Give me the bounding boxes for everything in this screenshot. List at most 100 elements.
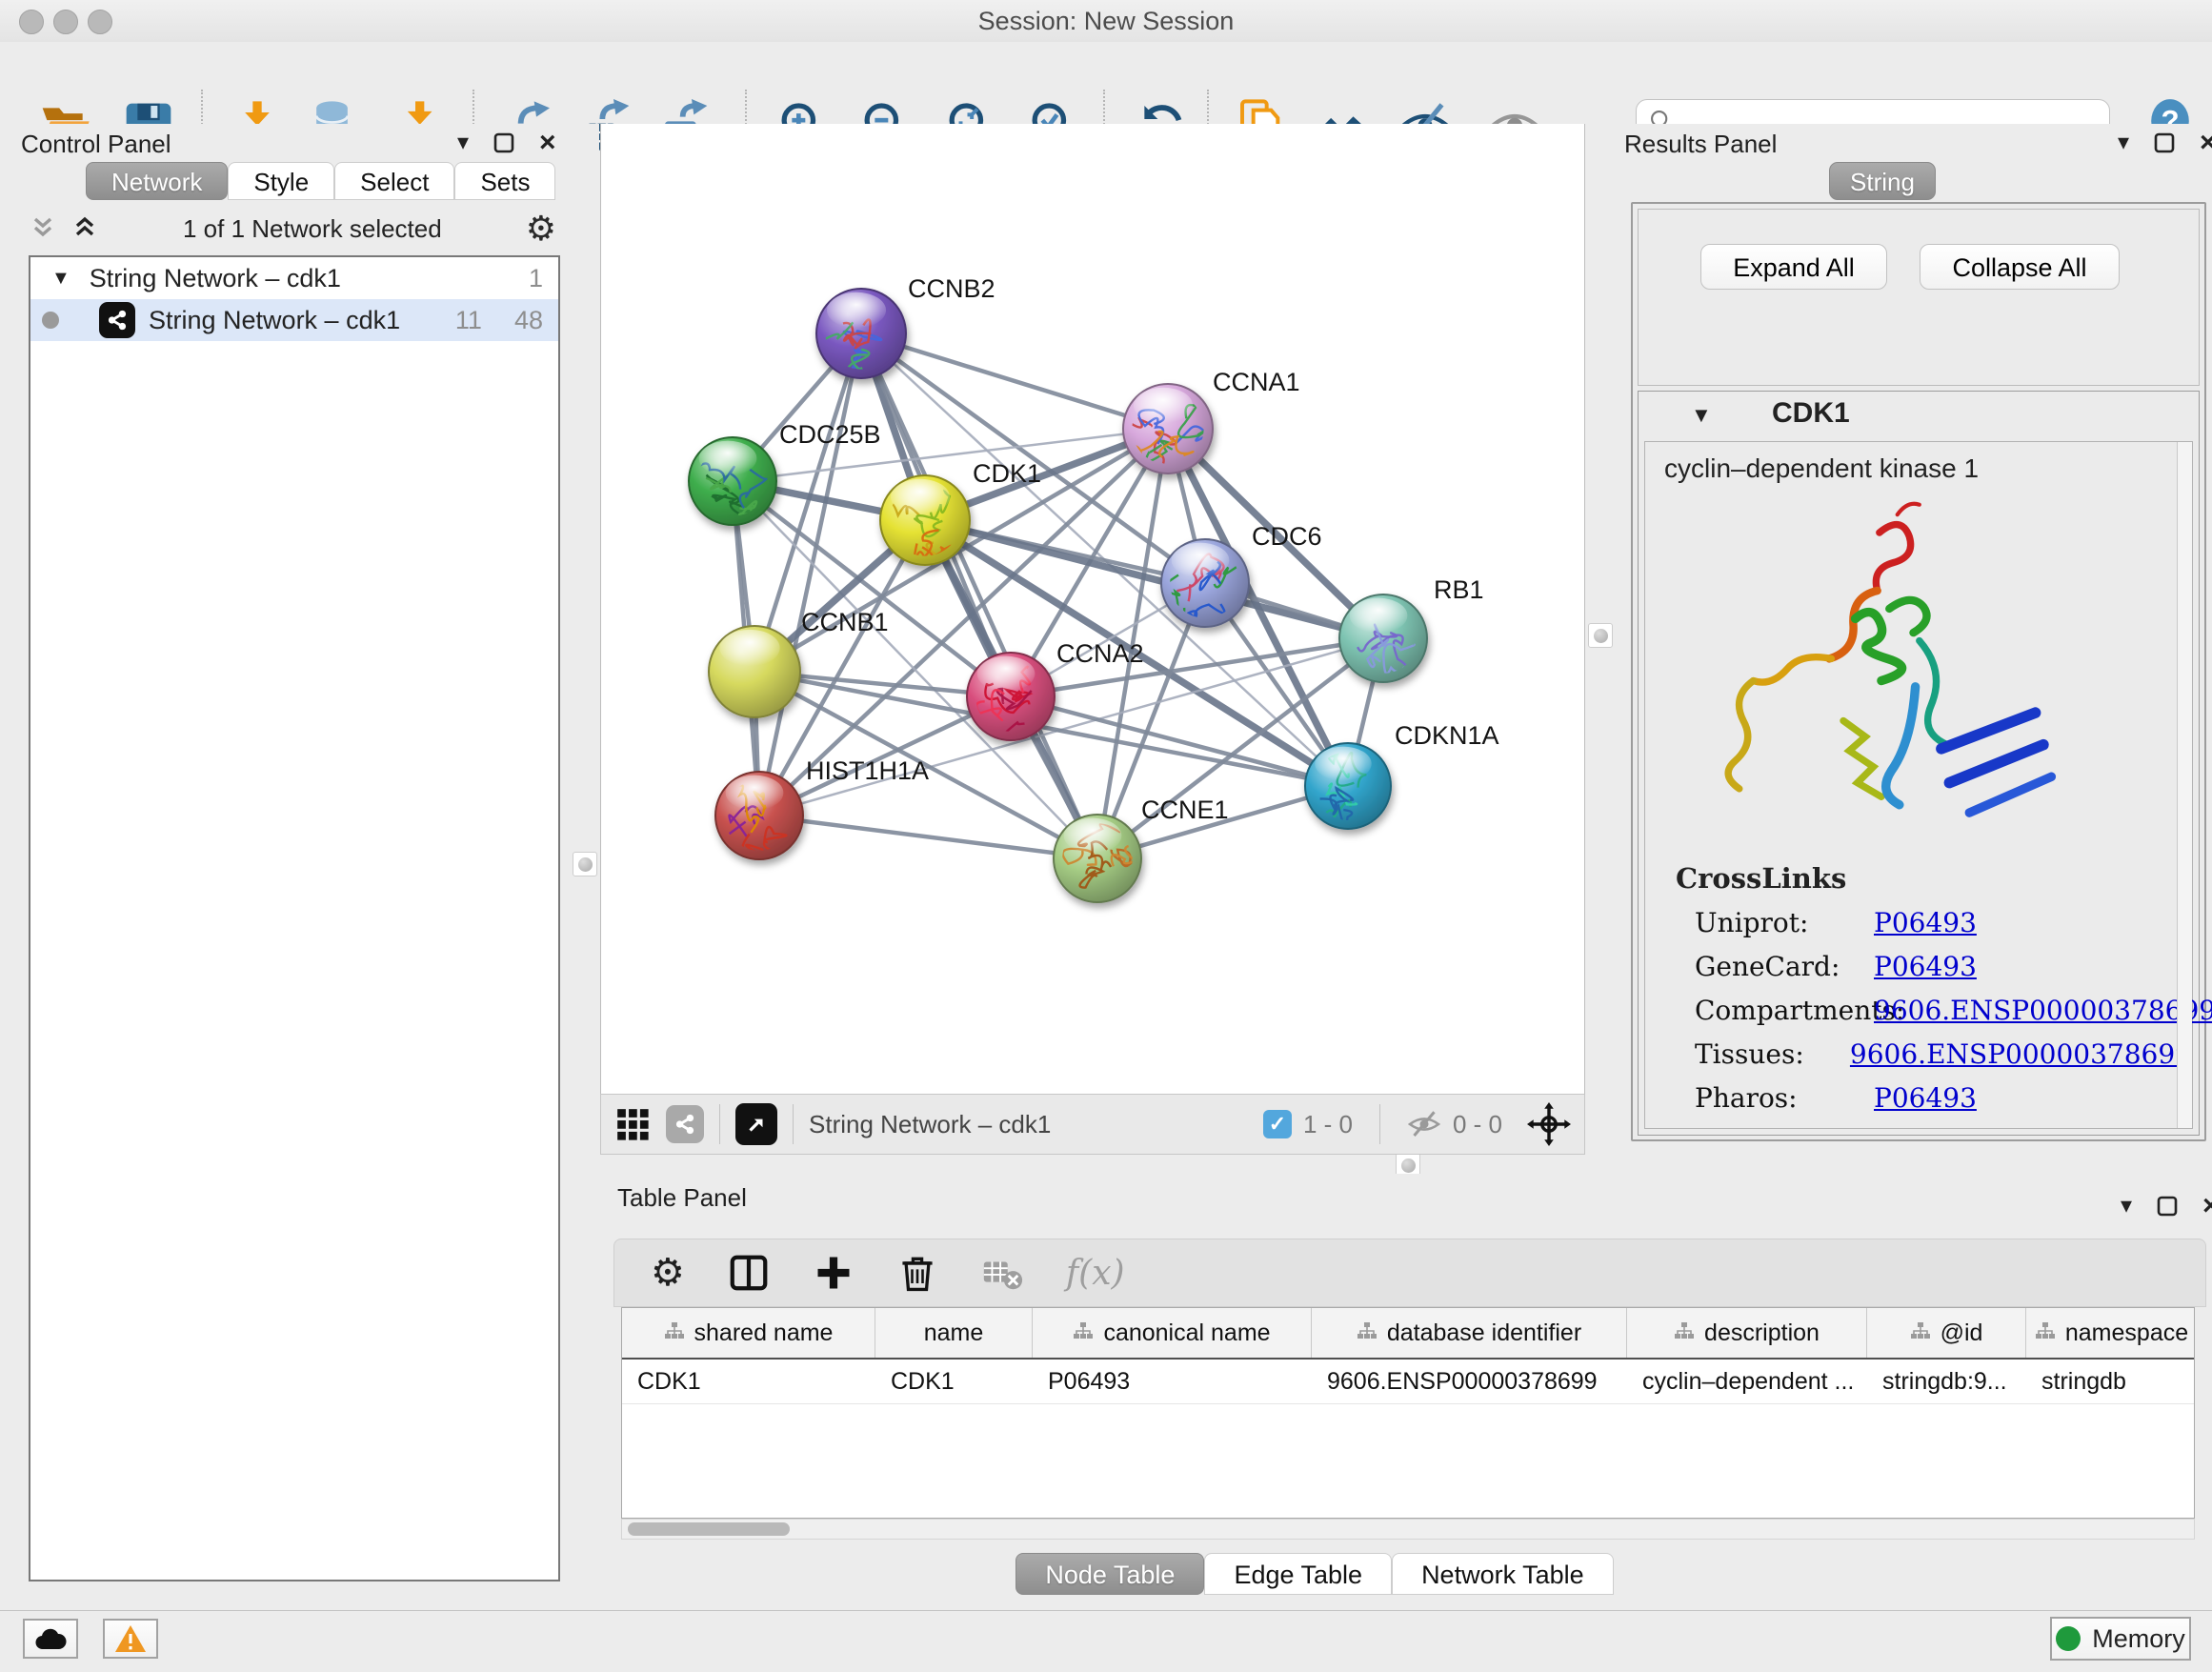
table-cell[interactable]: stringdb:9... [1867,1360,2026,1403]
disclosure-triangle-icon[interactable]: ▼ [51,268,70,290]
edge-CCNB2-CCNA1[interactable] [861,333,1168,429]
panel-close-icon[interactable]: × [2202,1195,2212,1218]
edge-HIST1H1A-CCNE1[interactable] [759,816,1097,858]
network-graph[interactable]: CCNB2CCNA1CDC25BCDK1CDC6RB1CCNB1CCNA2CDK… [601,124,1584,1092]
expand-all-button[interactable]: Expand All [1700,244,1887,290]
node-CCNA1[interactable]: CCNA1 [1117,368,1300,473]
string-network-badge-icon [99,302,135,338]
tab-style[interactable]: Style [228,162,334,200]
collapse-all-groups-icon[interactable] [70,214,99,243]
panel-close-icon[interactable]: × [2200,131,2212,154]
hidden-count: 0 - 0 [1453,1110,1502,1139]
node-label-CCNE1: CCNE1 [1141,796,1229,824]
window-minimize-button[interactable] [53,10,78,34]
results-panel-title: Results Panel [1624,130,1777,159]
crosslink-link[interactable]: P06493 [1874,907,1977,938]
string-badge-gray-icon[interactable] [666,1105,704,1143]
protein-structure-image [1683,490,2083,852]
table-horizontal-scrollbar[interactable] [621,1519,2195,1540]
panel-float-icon[interactable] [493,132,514,153]
column-type-icon [1910,1319,1931,1347]
left-splitter[interactable] [570,124,599,1610]
network-view-canvas[interactable]: CCNB2CCNA1CDC25BCDK1CDC6RB1CCNB1CCNA2CDK… [600,124,1585,1094]
expand-all-groups-icon[interactable] [29,214,57,243]
right-splitter[interactable] [1585,124,1615,1155]
show-columns-icon[interactable] [727,1251,771,1295]
window-close-button[interactable] [19,10,44,34]
results-scrollbar[interactable] [2177,442,2192,1128]
tab-select[interactable]: Select [334,162,454,200]
column-header--id[interactable]: @id [1867,1308,2026,1358]
window-title: Session: New Session [0,0,2212,42]
delete-column-trash-icon[interactable] [896,1252,938,1294]
warnings-button[interactable] [103,1619,158,1659]
table-cell[interactable]: CDK1 [622,1360,875,1403]
crosslink-label: Tissues: [1695,1038,1850,1070]
table-header-row: shared namenamecanonical namedatabase id… [622,1308,2194,1360]
node-RB1[interactable]: RB1 [1339,575,1484,682]
birds-eye-grid-icon[interactable] [614,1106,651,1142]
window-zoom-button[interactable] [88,10,112,34]
edge-count: 48 [514,306,543,335]
table-cell[interactable]: cyclin–dependent ... [1627,1360,1867,1403]
panel-menu-icon[interactable]: ▾ [2118,131,2129,154]
network-collection-row[interactable]: ▼ String Network – cdk1 1 [30,257,558,299]
panel-close-icon[interactable]: × [539,131,556,154]
table-row[interactable]: CDK1CDK1P064939606.ENSP00000378699cyclin… [622,1360,2194,1404]
fit-content-crosshair-icon[interactable] [1527,1102,1571,1146]
table-settings-gear-icon[interactable]: ⚙ [651,1251,685,1295]
tab-network[interactable]: Network [86,162,228,200]
panel-float-icon[interactable] [2154,132,2175,153]
column-header-shared-name[interactable]: shared name [622,1308,875,1358]
column-type-icon [2035,1319,2056,1347]
selected-checkbox-icon[interactable]: ✓ [1263,1110,1292,1138]
column-header-description[interactable]: description [1627,1308,1867,1358]
network-options-gear-icon[interactable]: ⚙ [526,209,556,249]
node-table[interactable]: shared namenamecanonical namedatabase id… [621,1307,2195,1519]
horizontal-splitter[interactable] [600,1155,2212,1174]
table-cell[interactable]: P06493 [1033,1360,1312,1403]
tab-string[interactable]: String [1829,162,1936,200]
node-CDKN1A[interactable]: CDKN1A [1305,721,1499,833]
title-bar: Session: New Session [0,0,2212,43]
cloud-button[interactable] [23,1619,78,1659]
node-CDC25B[interactable]: CDC25B [689,420,881,525]
tab-node-table[interactable]: Node Table [1016,1553,1204,1595]
splitter-grip-icon[interactable] [573,852,597,876]
crosslink-link[interactable]: 9606.ENSP00000378699 [1850,1038,2192,1070]
splitter-grip-icon[interactable] [1588,623,1613,648]
memory-label: Memory [2092,1624,2185,1654]
panel-menu-icon[interactable]: ▾ [2121,1195,2132,1218]
column-header-name[interactable]: name [875,1308,1033,1358]
open-in-window-icon[interactable] [735,1103,777,1145]
table-cell[interactable]: CDK1 [875,1360,1033,1403]
node-CCNE1[interactable]: CCNE1 [1054,796,1229,902]
crosslink-link[interactable]: P06493 [1874,1082,1977,1114]
statusbar-separator [1379,1104,1380,1144]
tab-edge-table[interactable]: Edge Table [1204,1553,1392,1595]
memory-button[interactable]: Memory [2050,1617,2191,1661]
table-cell[interactable]: stringdb [2026,1360,2195,1403]
crosslink-link[interactable]: P06493 [1874,951,1977,982]
column-header-canonical-name[interactable]: canonical name [1033,1308,1312,1358]
panel-menu-icon[interactable]: ▾ [457,131,469,154]
column-header-database-identifier[interactable]: database identifier [1312,1308,1627,1358]
column-header-namespace[interactable]: namespace [2026,1308,2195,1358]
cloud-icon [34,1626,67,1651]
create-column-plus-icon[interactable] [813,1252,855,1294]
edge-CCNA2-CDKN1A[interactable] [1011,696,1348,786]
node-HIST1H1A[interactable]: HIST1H1A [694,756,929,862]
panel-float-icon[interactable] [2157,1196,2178,1217]
table-cell[interactable]: 9606.ENSP00000378699 [1312,1360,1627,1403]
crosslink-link[interactable]: 9606.ENSP00000378699 [1874,995,2212,1026]
edge-CCNB2-HIST1H1A[interactable] [759,333,861,816]
table-panel-title: Table Panel [617,1183,747,1213]
network-row-selected[interactable]: String Network – cdk1 11 48 [30,299,558,341]
entry-disclosure-icon[interactable]: ▼ [1691,403,1712,428]
scrollbar-thumb[interactable] [628,1522,790,1536]
tab-sets[interactable]: Sets [454,162,555,200]
tab-network-table[interactable]: Network Table [1392,1553,1614,1595]
node-label-CDK1: CDK1 [973,459,1041,488]
collapse-all-button[interactable]: Collapse All [1920,244,2120,290]
column-type-icon [1357,1319,1377,1347]
